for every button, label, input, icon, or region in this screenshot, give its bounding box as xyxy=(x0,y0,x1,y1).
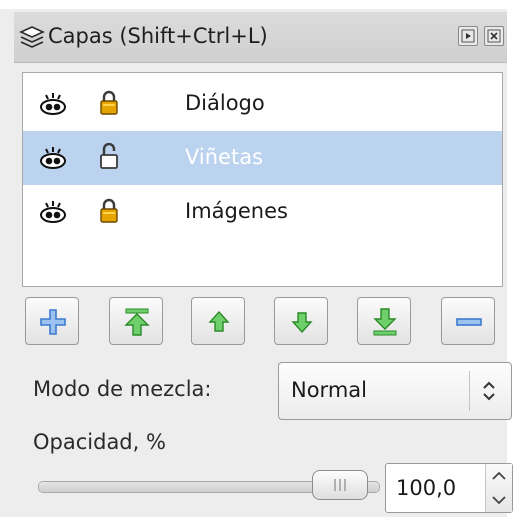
close-panel-button[interactable] xyxy=(484,26,504,46)
lower-to-bottom-button[interactable] xyxy=(357,297,411,345)
lock-closed-icon[interactable] xyxy=(99,89,119,117)
opacity-label: Opacidad, % xyxy=(33,430,166,454)
layers-panel: Capas (Shift+Ctrl+L) Diálogo Viñetas Imá… xyxy=(0,0,517,525)
layer-name[interactable]: Diálogo xyxy=(185,91,265,115)
visibility-eye-icon[interactable] xyxy=(39,92,67,116)
lower-layer-icon xyxy=(291,312,313,334)
lock-open-icon[interactable] xyxy=(99,143,119,171)
add-layer-icon xyxy=(40,309,66,335)
add-layer-button[interactable] xyxy=(25,297,79,345)
opacity-value[interactable]: 100,0 xyxy=(396,476,456,500)
bottom-edge xyxy=(0,517,517,525)
layers-icon xyxy=(19,26,45,48)
layer-name[interactable]: Viñetas xyxy=(185,145,263,169)
chevron-updown-icon xyxy=(483,381,495,401)
combo-separator xyxy=(469,371,470,411)
layer-row[interactable]: Diálogo xyxy=(23,77,502,131)
remove-layer-button[interactable] xyxy=(441,297,495,345)
spin-down-icon[interactable] xyxy=(486,488,512,512)
blend-mode-select[interactable]: Normal xyxy=(278,362,512,420)
visibility-eye-icon[interactable] xyxy=(39,200,67,224)
top-edge xyxy=(0,0,517,9)
raise-layer-icon xyxy=(208,310,230,332)
dock-toggle-icon xyxy=(461,29,475,43)
blend-mode-value: Normal xyxy=(291,378,367,402)
dock-toggle-button[interactable] xyxy=(458,26,478,46)
opacity-slider-handle[interactable] xyxy=(312,470,368,500)
spin-up-icon[interactable] xyxy=(486,464,512,488)
spin-arrows[interactable] xyxy=(485,464,512,512)
layer-row[interactable]: Imágenes xyxy=(23,185,502,239)
blend-mode-label: Modo de mezcla: xyxy=(33,377,212,401)
raise-to-top-button[interactable] xyxy=(109,297,163,345)
layer-row-selected[interactable]: Viñetas xyxy=(23,131,502,185)
layer-name[interactable]: Imágenes xyxy=(185,199,288,223)
lower-to-bottom-icon xyxy=(373,308,397,336)
raise-layer-button[interactable] xyxy=(191,297,245,345)
opacity-spinbutton[interactable]: 100,0 xyxy=(385,463,513,513)
panel-titlebar[interactable]: Capas (Shift+Ctrl+L) xyxy=(14,12,507,63)
lower-layer-button[interactable] xyxy=(274,297,328,345)
remove-layer-icon xyxy=(456,318,482,326)
layer-actions-toolbar xyxy=(25,297,513,349)
close-icon xyxy=(487,29,501,43)
lock-closed-icon[interactable] xyxy=(99,197,119,225)
layers-list[interactable]: Diálogo Viñetas Imágenes xyxy=(22,72,503,287)
raise-to-top-icon xyxy=(124,308,150,336)
panel-title: Capas (Shift+Ctrl+L) xyxy=(48,24,268,48)
visibility-eye-icon[interactable] xyxy=(39,146,67,170)
right-edge xyxy=(507,0,517,525)
